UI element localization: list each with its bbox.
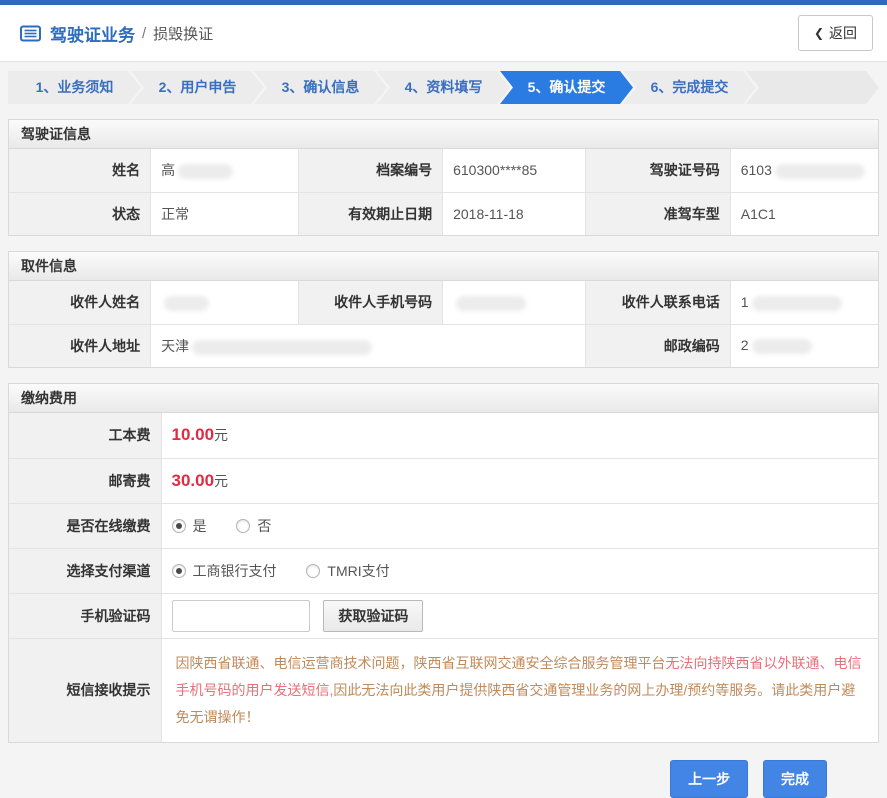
- production-fee-value: 10.00元: [160, 413, 878, 459]
- sms-code-label: 手机验证码: [9, 592, 162, 639]
- radio-unchecked-icon: [236, 518, 251, 533]
- postal-code-label: 邮政编码: [584, 323, 731, 367]
- recipient-name-label: 收件人姓名: [9, 281, 152, 325]
- recipient-mobile-value: [442, 281, 586, 325]
- online-payment-option-yes[interactable]: 是: [171, 516, 207, 536]
- step-tail: [746, 71, 879, 104]
- recipient-name-redaction: [164, 295, 210, 311]
- step-2-declaration[interactable]: 2、用户申告: [131, 71, 264, 104]
- step-4-fill-data[interactable]: 4、资料填写: [377, 71, 510, 104]
- back-button-label: 返回: [829, 25, 857, 41]
- fees-section-title: 缴纳费用: [9, 384, 878, 413]
- valid-until-label: 有效期止日期: [297, 191, 444, 235]
- license-info-table: 姓名 高 档案编号 610300****85 驾驶证号码 6103 状态 正常 …: [9, 149, 878, 235]
- postage-fee-value: 30.00元: [160, 457, 878, 504]
- back-chevron-icon: ❮: [813, 26, 824, 40]
- fees-table: 工本费 10.00元 邮寄费 30.00元 是否在线缴费 是 否 选择支付渠道 …: [9, 413, 878, 743]
- vehicle-class-label: 准驾车型: [584, 191, 731, 235]
- sms-notice-before: 因陕西省联通、电信运营商技术问题，陕西省互联网交通安全综合服务管理平台: [175, 654, 666, 671]
- license-info-section-title: 驾驶证信息: [9, 120, 878, 149]
- radio-unchecked-icon: [306, 563, 321, 578]
- license-form-icon: [20, 25, 41, 42]
- online-payment-yes-label: 是: [192, 517, 207, 534]
- valid-until-value: 2018-11-18: [442, 191, 586, 235]
- name-value: 高: [150, 149, 299, 193]
- payment-channel-label: 选择支付渠道: [9, 547, 162, 594]
- pickup-info-section: 取件信息 收件人姓名 收件人手机号码 收件人联系电话 1 收件人地址 天津 邮政…: [8, 251, 879, 368]
- file-number-value: 610300****85: [442, 149, 586, 193]
- online-payment-no-label: 否: [257, 517, 272, 534]
- vehicle-class-value: A1C1: [729, 191, 878, 235]
- payment-channel-tmri-label: TMRI支付: [327, 562, 390, 579]
- recipient-phone-value: 1: [729, 281, 878, 325]
- license-number-redaction: [774, 163, 865, 179]
- breadcrumb-current: 损毁换证: [153, 25, 214, 43]
- postal-code-value: 2: [729, 323, 878, 367]
- postage-fee-amount: 30.00: [171, 470, 215, 490]
- postage-fee-label: 邮寄费: [9, 457, 162, 504]
- name-redaction: [178, 164, 234, 180]
- postage-fee-unit: 元: [214, 472, 229, 489]
- recipient-mobile-label: 收件人手机号码: [297, 281, 444, 325]
- recipient-mobile-redaction: [456, 295, 527, 311]
- step-1-notice[interactable]: 1、业务须知: [8, 71, 141, 104]
- radio-checked-icon: [171, 518, 186, 533]
- recipient-phone-redaction: [751, 295, 842, 311]
- page-header: 驾驶证业务 / 损毁换证 ❮ 返回: [0, 5, 887, 62]
- step-3-confirm-info[interactable]: 3、确认信息: [254, 71, 387, 104]
- footer-actions: 上一步 完成: [0, 743, 887, 798]
- recipient-name-value: [150, 281, 299, 325]
- production-fee-label: 工本费: [9, 413, 162, 459]
- sms-notice-label: 短信接收提示: [9, 637, 162, 743]
- step-5-confirm-submit[interactable]: 5、确认提交: [500, 71, 633, 104]
- payment-channel-option-icbc[interactable]: 工商银行支付: [171, 561, 277, 581]
- step-wizard: 1、业务须知 2、用户申告 3、确认信息 4、资料填写 5、确认提交 6、完成提…: [8, 71, 879, 104]
- recipient-phone-label: 收件人联系电话: [584, 281, 731, 325]
- license-info-section: 驾驶证信息 姓名 高 档案编号 610300****85 驾驶证号码 6103 …: [8, 119, 879, 236]
- breadcrumb-divider: /: [142, 24, 147, 42]
- sms-notice-text: 因陕西省联通、电信运营商技术问题，陕西省互联网交通安全综合服务管理平台无法向持陕…: [160, 637, 878, 743]
- fees-section: 缴纳费用 工本费 10.00元 邮寄费 30.00元 是否在线缴费 是 否 选择…: [8, 383, 879, 744]
- previous-step-button[interactable]: 上一步: [670, 760, 749, 798]
- license-number-value: 6103: [729, 149, 878, 193]
- status-value: 正常: [150, 191, 299, 235]
- production-fee-amount: 10.00: [171, 425, 215, 445]
- payment-channel-options: 工商银行支付 TMRI支付: [160, 547, 878, 594]
- radio-checked-icon: [171, 563, 186, 578]
- back-button[interactable]: ❮ 返回: [797, 15, 873, 51]
- sms-code-input[interactable]: [171, 599, 310, 632]
- payment-channel-icbc-label: 工商银行支付: [192, 562, 277, 579]
- file-number-label: 档案编号: [297, 149, 444, 193]
- payment-channel-option-tmri[interactable]: TMRI支付: [306, 561, 390, 581]
- recipient-address-value: 天津: [150, 323, 586, 367]
- pickup-info-section-title: 取件信息: [9, 252, 878, 281]
- postal-code-redaction: [751, 339, 812, 355]
- get-sms-code-button[interactable]: 获取验证码: [323, 599, 424, 632]
- name-label: 姓名: [9, 149, 152, 193]
- production-fee-unit: 元: [214, 427, 229, 444]
- recipient-address-label: 收件人地址: [9, 323, 152, 367]
- license-number-label: 驾驶证号码: [584, 149, 731, 193]
- status-label: 状态: [9, 191, 152, 235]
- pickup-info-table: 收件人姓名 收件人手机号码 收件人联系电话 1 收件人地址 天津 邮政编码 2: [9, 281, 878, 367]
- page-title: 驾驶证业务: [50, 25, 135, 45]
- recipient-address-redaction: [192, 339, 373, 355]
- sms-code-row: 获取验证码: [160, 592, 878, 639]
- online-payment-option-no[interactable]: 否: [236, 516, 271, 536]
- online-payment-label: 是否在线缴费: [9, 502, 162, 549]
- finish-button[interactable]: 完成: [763, 760, 827, 798]
- step-6-complete-submit[interactable]: 6、完成提交: [623, 71, 756, 104]
- online-payment-options: 是 否: [160, 502, 878, 549]
